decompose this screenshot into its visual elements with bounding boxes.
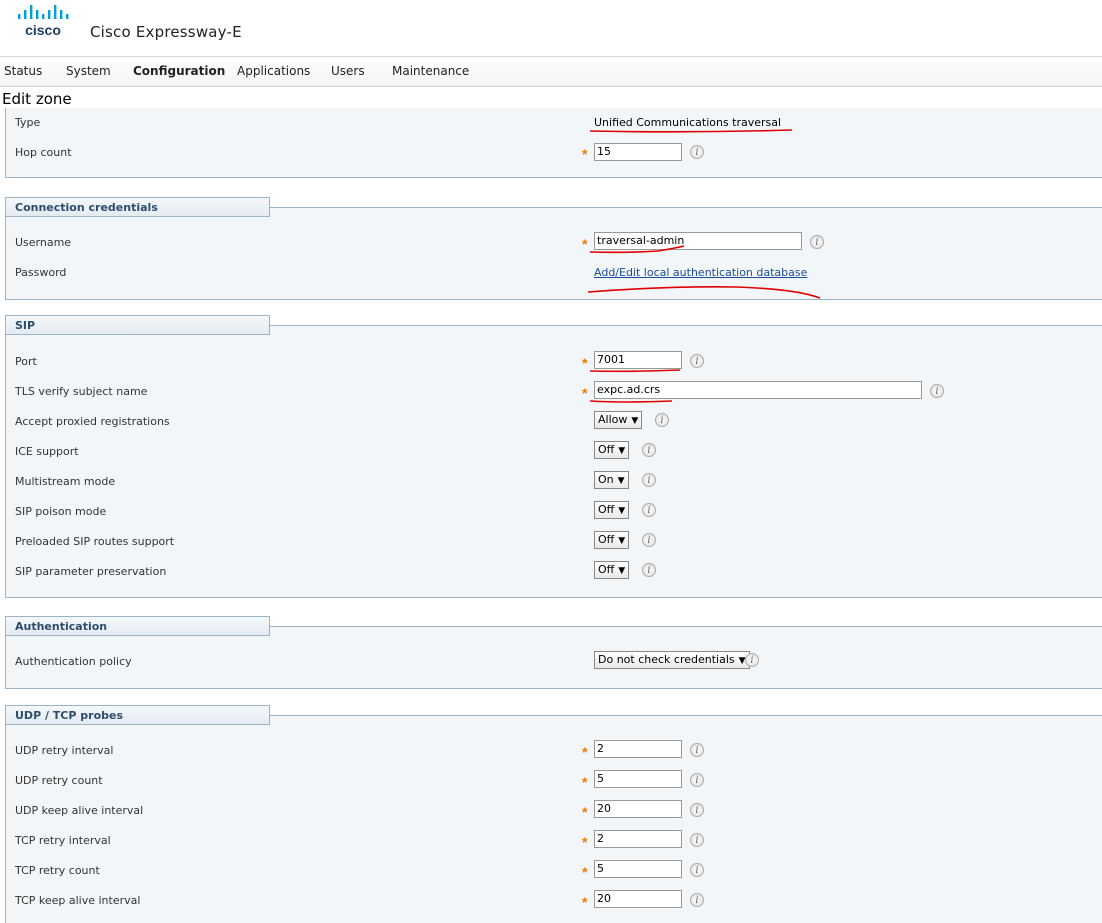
- tcp-retry-interval-label: TCP retry interval: [15, 834, 111, 847]
- info-icon[interactable]: i: [690, 863, 704, 877]
- username-label: Username: [15, 236, 72, 249]
- info-icon[interactable]: i: [690, 803, 704, 817]
- tls-verify-label: TLS verify subject name: [15, 385, 148, 398]
- annotation-underline: [589, 245, 685, 254]
- sip-panel: [5, 325, 1102, 598]
- annotation-underline: [587, 286, 821, 299]
- nav-status[interactable]: Status: [4, 64, 42, 78]
- chevron-down-icon: ▼: [618, 566, 626, 576]
- info-icon[interactable]: i: [690, 833, 704, 847]
- proxied-registrations-select[interactable]: Allow ▼: [594, 411, 643, 429]
- section-title-credentials: Connection credentials: [5, 197, 270, 217]
- chevron-down-icon: ▼: [618, 536, 626, 546]
- type-label: Type: [15, 116, 41, 129]
- nav-applications[interactable]: Applications: [237, 64, 310, 78]
- cisco-logo: cisco: [18, 5, 69, 38]
- auth-policy-select[interactable]: Do not check credentials ▼: [594, 651, 750, 669]
- sip-poison-label: SIP poison mode: [15, 505, 107, 518]
- annotation-underline: [589, 129, 793, 133]
- ice-support-label: ICE support: [15, 445, 79, 458]
- password-label: Password: [15, 266, 67, 279]
- chevron-down-icon: ▼: [618, 446, 626, 456]
- page-title: Edit zone: [2, 90, 72, 108]
- udp-retry-interval-input[interactable]: 2: [594, 740, 682, 758]
- udp-retry-count-label: UDP retry count: [15, 774, 103, 787]
- udp-keepalive-label: UDP keep alive interval: [15, 804, 144, 817]
- required-icon: *: [582, 355, 588, 371]
- nav-configuration[interactable]: Configuration: [133, 64, 225, 78]
- chevron-down-icon: ▼: [631, 416, 639, 426]
- info-icon[interactable]: i: [690, 354, 704, 368]
- section-title-probes: UDP / TCP probes: [5, 705, 270, 725]
- info-icon[interactable]: i: [655, 413, 669, 427]
- info-icon[interactable]: i: [930, 384, 944, 398]
- app-header: cisco Cisco Expressway-E: [0, 0, 1102, 56]
- info-icon[interactable]: i: [642, 443, 656, 457]
- tcp-retry-count-label: TCP retry count: [15, 864, 100, 877]
- required-icon: *: [582, 804, 588, 820]
- required-icon: *: [582, 834, 588, 850]
- hop-count-input[interactable]: 15: [594, 143, 682, 161]
- info-icon[interactable]: i: [690, 893, 704, 907]
- proxied-registrations-label: Accept proxied registrations: [15, 415, 170, 428]
- info-icon[interactable]: i: [745, 653, 759, 667]
- info-icon[interactable]: i: [690, 145, 704, 159]
- info-icon[interactable]: i: [810, 235, 824, 249]
- chevron-down-icon: ▼: [618, 506, 626, 516]
- info-icon[interactable]: i: [642, 563, 656, 577]
- section-title-sip: SIP: [5, 315, 270, 335]
- hop-count-label: Hop count: [15, 146, 72, 159]
- info-icon[interactable]: i: [690, 773, 704, 787]
- required-icon: *: [582, 236, 588, 252]
- tcp-retry-count-input[interactable]: 5: [594, 860, 682, 878]
- info-icon[interactable]: i: [642, 533, 656, 547]
- product-name: Cisco Expressway-E: [90, 23, 242, 41]
- nav-users[interactable]: Users: [331, 64, 365, 78]
- svg-text:cisco: cisco: [25, 22, 61, 38]
- required-icon: *: [582, 744, 588, 760]
- required-icon: *: [582, 385, 588, 401]
- sip-parameter-label: SIP parameter preservation: [15, 565, 167, 578]
- udp-keepalive-input[interactable]: 20: [594, 800, 682, 818]
- preloaded-routes-label: Preloaded SIP routes support: [15, 535, 175, 548]
- multistream-select[interactable]: On ▼: [594, 471, 629, 489]
- info-icon[interactable]: i: [642, 503, 656, 517]
- tcp-retry-interval-input[interactable]: 2: [594, 830, 682, 848]
- zone-general-panel: [5, 108, 1102, 178]
- multistream-label: Multistream mode: [15, 475, 116, 488]
- sip-poison-select[interactable]: Off ▼: [594, 501, 630, 519]
- sip-parameter-select[interactable]: Off ▼: [594, 561, 630, 579]
- annotation-underline: [589, 369, 681, 373]
- tcp-keepalive-input[interactable]: 20: [594, 890, 682, 908]
- main-nav: Status System Configuration Applications…: [0, 56, 1102, 87]
- probes-panel: [5, 715, 1102, 923]
- preloaded-routes-select[interactable]: Off ▼: [594, 531, 630, 549]
- nav-maintenance[interactable]: Maintenance: [392, 64, 469, 78]
- sip-port-label: Port: [15, 355, 37, 368]
- auth-database-link[interactable]: Add/Edit local authentication database: [594, 266, 807, 279]
- ice-support-select[interactable]: Off ▼: [594, 441, 630, 459]
- tcp-keepalive-label: TCP keep alive interval: [15, 894, 141, 907]
- credentials-panel: [5, 207, 1102, 300]
- required-icon: *: [582, 774, 588, 790]
- nav-system[interactable]: System: [66, 64, 111, 78]
- required-icon: *: [582, 146, 588, 162]
- info-icon[interactable]: i: [642, 473, 656, 487]
- annotation-underline: [589, 400, 673, 403]
- udp-retry-interval-label: UDP retry interval: [15, 744, 114, 757]
- section-title-authentication: Authentication: [5, 616, 270, 636]
- required-icon: *: [582, 894, 588, 910]
- auth-policy-label: Authentication policy: [15, 655, 132, 668]
- udp-retry-count-input[interactable]: 5: [594, 770, 682, 788]
- chevron-down-icon: ▼: [617, 476, 625, 486]
- info-icon[interactable]: i: [690, 743, 704, 757]
- required-icon: *: [582, 864, 588, 880]
